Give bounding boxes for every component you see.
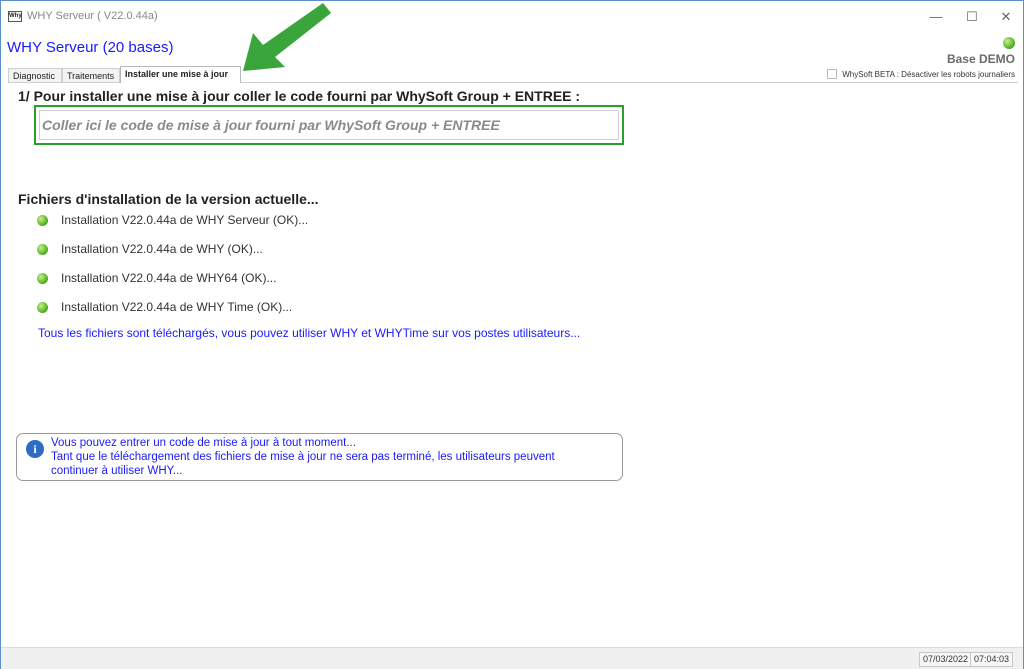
update-code-input[interactable] — [39, 110, 619, 140]
status-ok-icon — [37, 272, 48, 284]
maximize-button[interactable]: ☐ — [957, 7, 987, 27]
app-icon: Why — [8, 11, 22, 22]
file-status-label: Installation V22.0.44a de WHY (OK)... — [61, 242, 263, 256]
beta-checkbox[interactable] — [827, 69, 838, 79]
file-status-label: Installation V22.0.44a de WHY Serveur (O… — [61, 213, 309, 227]
title-bar[interactable]: Why WHY Serveur ( V22.0.44a) — ☐ ✕ — [1, 1, 1023, 31]
list-item: Installation V22.0.44a de WHY (OK)... — [37, 241, 263, 257]
info-line: continuer à utiliser WHY... — [51, 465, 183, 477]
green-arrow-annotation — [243, 3, 331, 71]
tab-traitements[interactable]: Traitements — [62, 68, 120, 82]
status-ok-icon — [37, 301, 48, 313]
info-text: Vous pouvez entrer un code de mise à jou… — [51, 436, 555, 478]
app-title: WHY Serveur (20 bases) — [7, 39, 174, 56]
file-status-label: Installation V22.0.44a de WHY Time (OK).… — [61, 300, 293, 314]
arrow-icon — [243, 3, 331, 71]
install-heading: 1/ Pour installer une mise à jour coller… — [18, 88, 581, 104]
app-window: Why WHY Serveur ( V22.0.44a) — ☐ ✕ WHY S… — [0, 0, 1024, 669]
status-bar: 07/03/2022 07:04:03 — [1, 647, 1023, 669]
tab-installer-mise-a-jour[interactable]: Installer une mise à jour — [120, 66, 241, 83]
list-item: Installation V22.0.44a de WHY64 (OK)... — [37, 270, 276, 286]
window-title: WHY Serveur ( V22.0.44a) — [27, 10, 158, 22]
list-item: Installation V22.0.44a de WHY Serveur (O… — [37, 212, 308, 228]
status-date: 07/03/2022 — [919, 652, 973, 667]
minimize-button[interactable]: — — [921, 7, 951, 27]
beta-option-label: WhySoft BETA : Désactiver les robots jou… — [842, 69, 1015, 79]
code-input-highlight — [34, 105, 624, 145]
list-item: Installation V22.0.44a de WHY Time (OK).… — [37, 299, 292, 315]
status-ok-icon — [37, 243, 48, 255]
info-icon: i — [26, 440, 44, 458]
file-status-label: Installation V22.0.44a de WHY64 (OK)... — [61, 271, 277, 285]
info-line: Vous pouvez entrer un code de mise à jou… — [51, 437, 356, 449]
status-time: 07:04:03 — [970, 652, 1014, 667]
base-label: Base DEMO — [946, 52, 1015, 66]
info-line: Tant que le téléchargement des fichiers … — [51, 451, 555, 463]
status-ok-icon — [37, 214, 48, 226]
tab-diagnostic[interactable]: Diagnostic — [8, 68, 62, 82]
close-button[interactable]: ✕ — [991, 7, 1021, 27]
beta-option[interactable]: WhySoft BETA : Désactiver les robots jou… — [827, 69, 1015, 79]
status-ok-icon — [1003, 37, 1015, 49]
info-box: i Vous pouvez entrer un code de mise à j… — [16, 433, 623, 481]
files-heading: Fichiers d'installation de la version ac… — [18, 191, 319, 207]
download-complete-note: Tous les fichiers sont téléchargés, vous… — [38, 326, 581, 340]
